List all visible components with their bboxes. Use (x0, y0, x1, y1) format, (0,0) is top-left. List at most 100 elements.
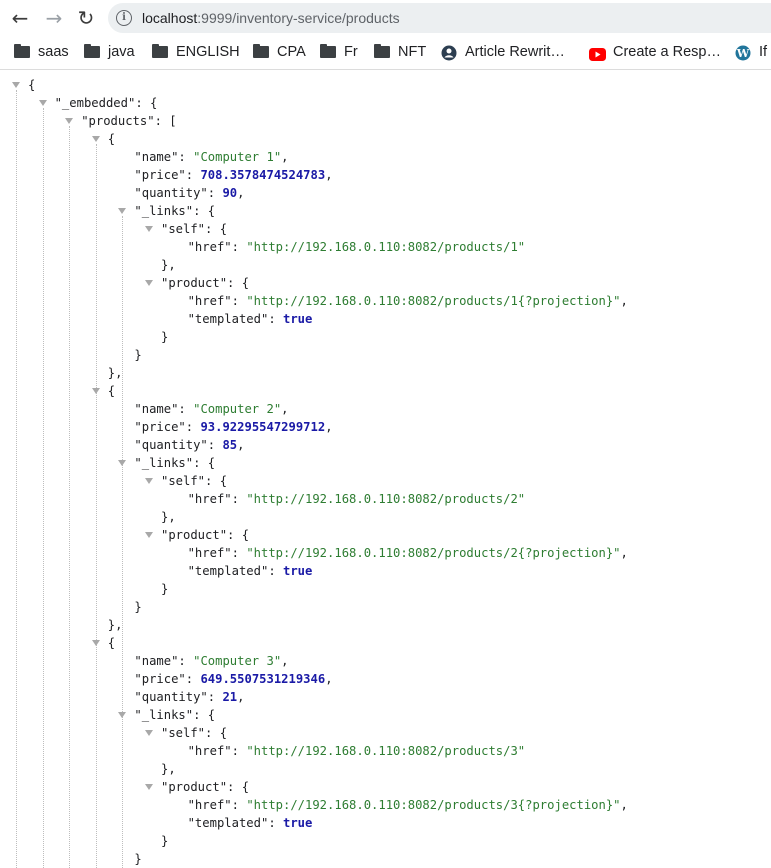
json-line: } (161, 832, 168, 850)
collapse-toggle-icon[interactable] (145, 280, 153, 286)
json-key: "product" (161, 780, 228, 794)
collapse-toggle-icon[interactable] (145, 730, 153, 736)
collapse-toggle-icon[interactable] (65, 118, 74, 124)
json-line: "href": "http://192.168.0.110:8082/produ… (188, 796, 628, 814)
json-line: { (108, 634, 115, 652)
json-punctuation: , (281, 654, 289, 668)
json-number-value: 21 (222, 690, 238, 704)
collapse-toggle-icon[interactable] (118, 208, 127, 214)
json-string-value: "Computer 2" (193, 402, 282, 416)
json-line: { (108, 130, 115, 148)
json-key: "name" (134, 402, 179, 416)
json-punctuation: , (620, 546, 628, 560)
json-number-value: 708.3578474524783 (200, 168, 326, 182)
json-punctuation: : { (227, 528, 250, 542)
collapse-toggle-icon[interactable] (145, 478, 153, 484)
json-string-value: "http://192.168.0.110:8082/products/3" (246, 744, 526, 758)
json-punctuation: : (231, 240, 247, 254)
json-punctuation: : (268, 564, 283, 578)
collapse-toggle-icon[interactable] (38, 100, 47, 106)
json-string-value: "http://192.168.0.110:8082/products/2{?p… (246, 546, 621, 560)
json-line: "href": "http://192.168.0.110:8082/produ… (188, 742, 526, 760)
json-punctuation: : (207, 186, 223, 200)
json-line: }, (161, 760, 176, 778)
forward-button[interactable]: → (42, 6, 66, 30)
json-punctuation: , (237, 186, 245, 200)
json-punctuation: : (231, 294, 247, 308)
json-punctuation: : (268, 312, 283, 326)
folder-icon (374, 44, 390, 58)
collapse-toggle-icon[interactable] (118, 712, 127, 718)
json-number-value: 90 (222, 186, 238, 200)
address-bar[interactable]: i localhost:9999/inventory-service/produ… (108, 3, 771, 33)
json-key: "templated" (187, 564, 269, 578)
json-punctuation: } (134, 348, 142, 362)
json-line: "href": "http://192.168.0.110:8082/produ… (188, 292, 628, 310)
json-line: }, (161, 508, 176, 526)
site-info-icon[interactable]: i (116, 10, 132, 26)
collapse-toggle-icon[interactable] (145, 532, 153, 538)
json-key: "_embedded" (54, 96, 136, 110)
json-string-value: "http://192.168.0.110:8082/products/2" (246, 492, 526, 506)
json-punctuation: }, (161, 258, 176, 272)
json-punctuation: : (207, 438, 223, 452)
json-boolean-value: true (283, 564, 313, 578)
back-button[interactable]: ← (8, 6, 32, 30)
collapse-toggle-icon[interactable] (91, 640, 100, 646)
bookmark-label: Article Rewrit… (465, 44, 565, 60)
json-punctuation: : { (205, 726, 228, 740)
json-line: "name": "Computer 3", (134, 652, 288, 670)
json-line: "quantity": 21, (134, 688, 244, 706)
json-key: "_links" (134, 204, 194, 218)
url-path: :9999/inventory-service/products (197, 10, 400, 26)
json-punctuation: } (161, 834, 169, 848)
bookmark-label: Create a Resp… (613, 44, 721, 60)
url-text[interactable]: localhost:9999/inventory-service/product… (142, 3, 400, 33)
forward-arrow-icon: → (45, 6, 63, 30)
collapse-toggle-icon[interactable] (91, 136, 100, 142)
collapse-toggle-icon[interactable] (118, 460, 127, 466)
json-number-value: 93.92295547299712 (200, 420, 326, 434)
folder-icon (320, 44, 336, 58)
reload-button[interactable]: ↻ (74, 6, 98, 30)
json-key: "self" (161, 222, 206, 236)
json-key: "quantity" (134, 186, 208, 200)
browser-chrome: ← → ↻ i localhost:9999/inventory-service… (0, 0, 771, 70)
json-line: "product": { (161, 778, 249, 796)
json-key: "name" (134, 150, 179, 164)
json-line: "href": "http://192.168.0.110:8082/produ… (188, 238, 526, 256)
json-key: "product" (161, 276, 228, 290)
indent-guide (16, 90, 17, 868)
json-line: "href": "http://192.168.0.110:8082/produ… (188, 490, 526, 508)
json-punctuation: , (620, 798, 628, 812)
collapse-toggle-icon[interactable] (145, 226, 153, 232)
json-punctuation: : { (193, 456, 216, 470)
collapse-toggle-icon[interactable] (91, 388, 100, 394)
json-punctuation: }, (107, 618, 123, 632)
json-key: "self" (161, 474, 206, 488)
json-string-value: "http://192.168.0.110:8082/products/3{?p… (246, 798, 621, 812)
json-string-value: "Computer 3" (193, 654, 282, 668)
json-viewer: {"_embedded": {"products": [{"name": "Co… (0, 70, 771, 868)
folder-icon (152, 44, 168, 58)
json-punctuation: { (28, 78, 36, 92)
json-punctuation: : { (135, 96, 158, 110)
youtube-icon (589, 45, 606, 64)
collapse-toggle-icon[interactable] (12, 82, 20, 88)
json-line: "price": 93.92295547299712, (134, 418, 332, 436)
json-key: "templated" (187, 312, 269, 326)
json-line: "_links": { (134, 706, 215, 724)
collapse-toggle-icon[interactable] (145, 784, 153, 790)
json-punctuation: : (185, 168, 201, 182)
json-line: "_links": { (134, 454, 215, 472)
json-punctuation: }, (161, 510, 176, 524)
wordpress-icon: W (735, 45, 751, 64)
url-host: localhost (142, 10, 198, 26)
json-punctuation: : (231, 744, 247, 758)
json-line: "product": { (161, 526, 249, 544)
json-punctuation: : (268, 816, 283, 830)
json-punctuation: } (134, 600, 142, 614)
json-line: "self": { (161, 724, 227, 742)
bookmark-label: ENGLISH (176, 44, 240, 60)
json-punctuation: : (178, 150, 194, 164)
